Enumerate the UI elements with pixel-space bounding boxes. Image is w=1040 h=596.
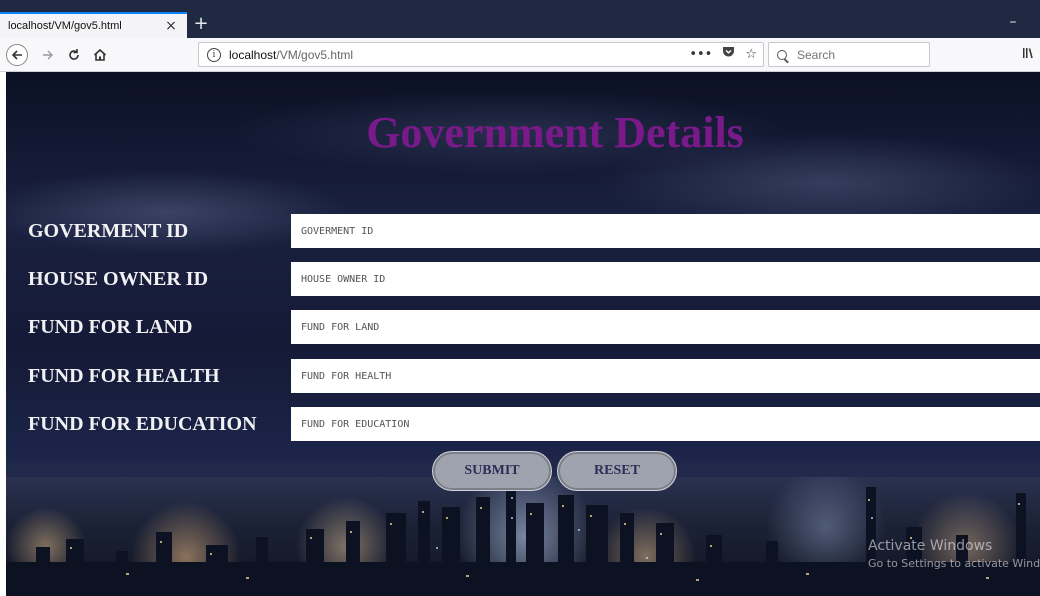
page-title: Government Details bbox=[366, 108, 744, 157]
url-path: /VM/gov5.html bbox=[276, 47, 354, 62]
search-bar[interactable] bbox=[768, 42, 930, 67]
url-host: localhost bbox=[229, 47, 277, 62]
pocket-icon[interactable] bbox=[722, 46, 735, 62]
library-icon[interactable] bbox=[1022, 47, 1034, 63]
tab-title: localhost/VM/gov5.html bbox=[8, 20, 122, 32]
search-icon bbox=[777, 49, 787, 60]
url-bar[interactable]: i localhost/VM/gov5.html ••• ☆ bbox=[198, 42, 764, 67]
page-content: Government Details GOVERMENT ID HOUSE OW… bbox=[6, 72, 1040, 596]
reload-icon[interactable] bbox=[62, 43, 86, 67]
fund-for-land-label: FUND FOR LAND bbox=[28, 316, 193, 338]
form-row-fund-for-health: FUND FOR HEALTH bbox=[6, 359, 1040, 393]
bookmark-star-icon[interactable]: ☆ bbox=[745, 47, 757, 62]
skyline-graphic bbox=[6, 487, 1040, 596]
tab-bar: localhost/VM/gov5.html × + – bbox=[0, 0, 1040, 38]
form-row-government-id: GOVERMENT ID bbox=[6, 214, 1040, 248]
home-icon[interactable] bbox=[88, 43, 112, 67]
new-tab-button[interactable]: + bbox=[190, 14, 212, 36]
government-id-label: GOVERMENT ID bbox=[28, 220, 189, 242]
fund-for-health-input[interactable] bbox=[291, 359, 1040, 393]
fund-for-education-input[interactable] bbox=[291, 407, 1040, 441]
house-owner-id-label: HOUSE OWNER ID bbox=[28, 268, 209, 290]
browser-tab[interactable]: localhost/VM/gov5.html × bbox=[0, 12, 187, 38]
fund-for-health-label: FUND FOR HEALTH bbox=[28, 365, 220, 387]
navigation-bar: i localhost/VM/gov5.html ••• ☆ bbox=[0, 38, 1040, 72]
government-id-input[interactable] bbox=[291, 214, 1040, 248]
minimize-button[interactable]: – bbox=[1003, 14, 1023, 34]
forward-arrow-icon[interactable] bbox=[36, 43, 60, 67]
submit-button[interactable]: SUBMIT bbox=[432, 451, 552, 491]
close-tab-icon[interactable]: × bbox=[163, 18, 179, 34]
activate-windows-watermark: Activate Windows Go to Settings to activ… bbox=[868, 538, 1040, 570]
fund-for-education-label: FUND FOR EDUCATION bbox=[28, 413, 257, 435]
page-actions-icon[interactable]: ••• bbox=[689, 47, 712, 62]
watermark-subtitle: Go to Settings to activate Windo bbox=[868, 557, 1040, 570]
form-row-fund-for-land: FUND FOR LAND bbox=[6, 310, 1040, 344]
watermark-title: Activate Windows bbox=[868, 538, 993, 554]
fund-for-land-input[interactable] bbox=[291, 310, 1040, 344]
city-skyline-image bbox=[6, 477, 1040, 596]
reset-button[interactable]: RESET bbox=[557, 451, 677, 491]
house-owner-id-input[interactable] bbox=[291, 262, 1040, 296]
form-row-house-owner-id: HOUSE OWNER ID bbox=[6, 262, 1040, 296]
back-arrow-icon[interactable] bbox=[6, 44, 28, 66]
info-icon[interactable]: i bbox=[207, 47, 221, 62]
search-input[interactable] bbox=[795, 46, 919, 63]
form-row-fund-for-education: FUND FOR EDUCATION bbox=[6, 407, 1040, 441]
